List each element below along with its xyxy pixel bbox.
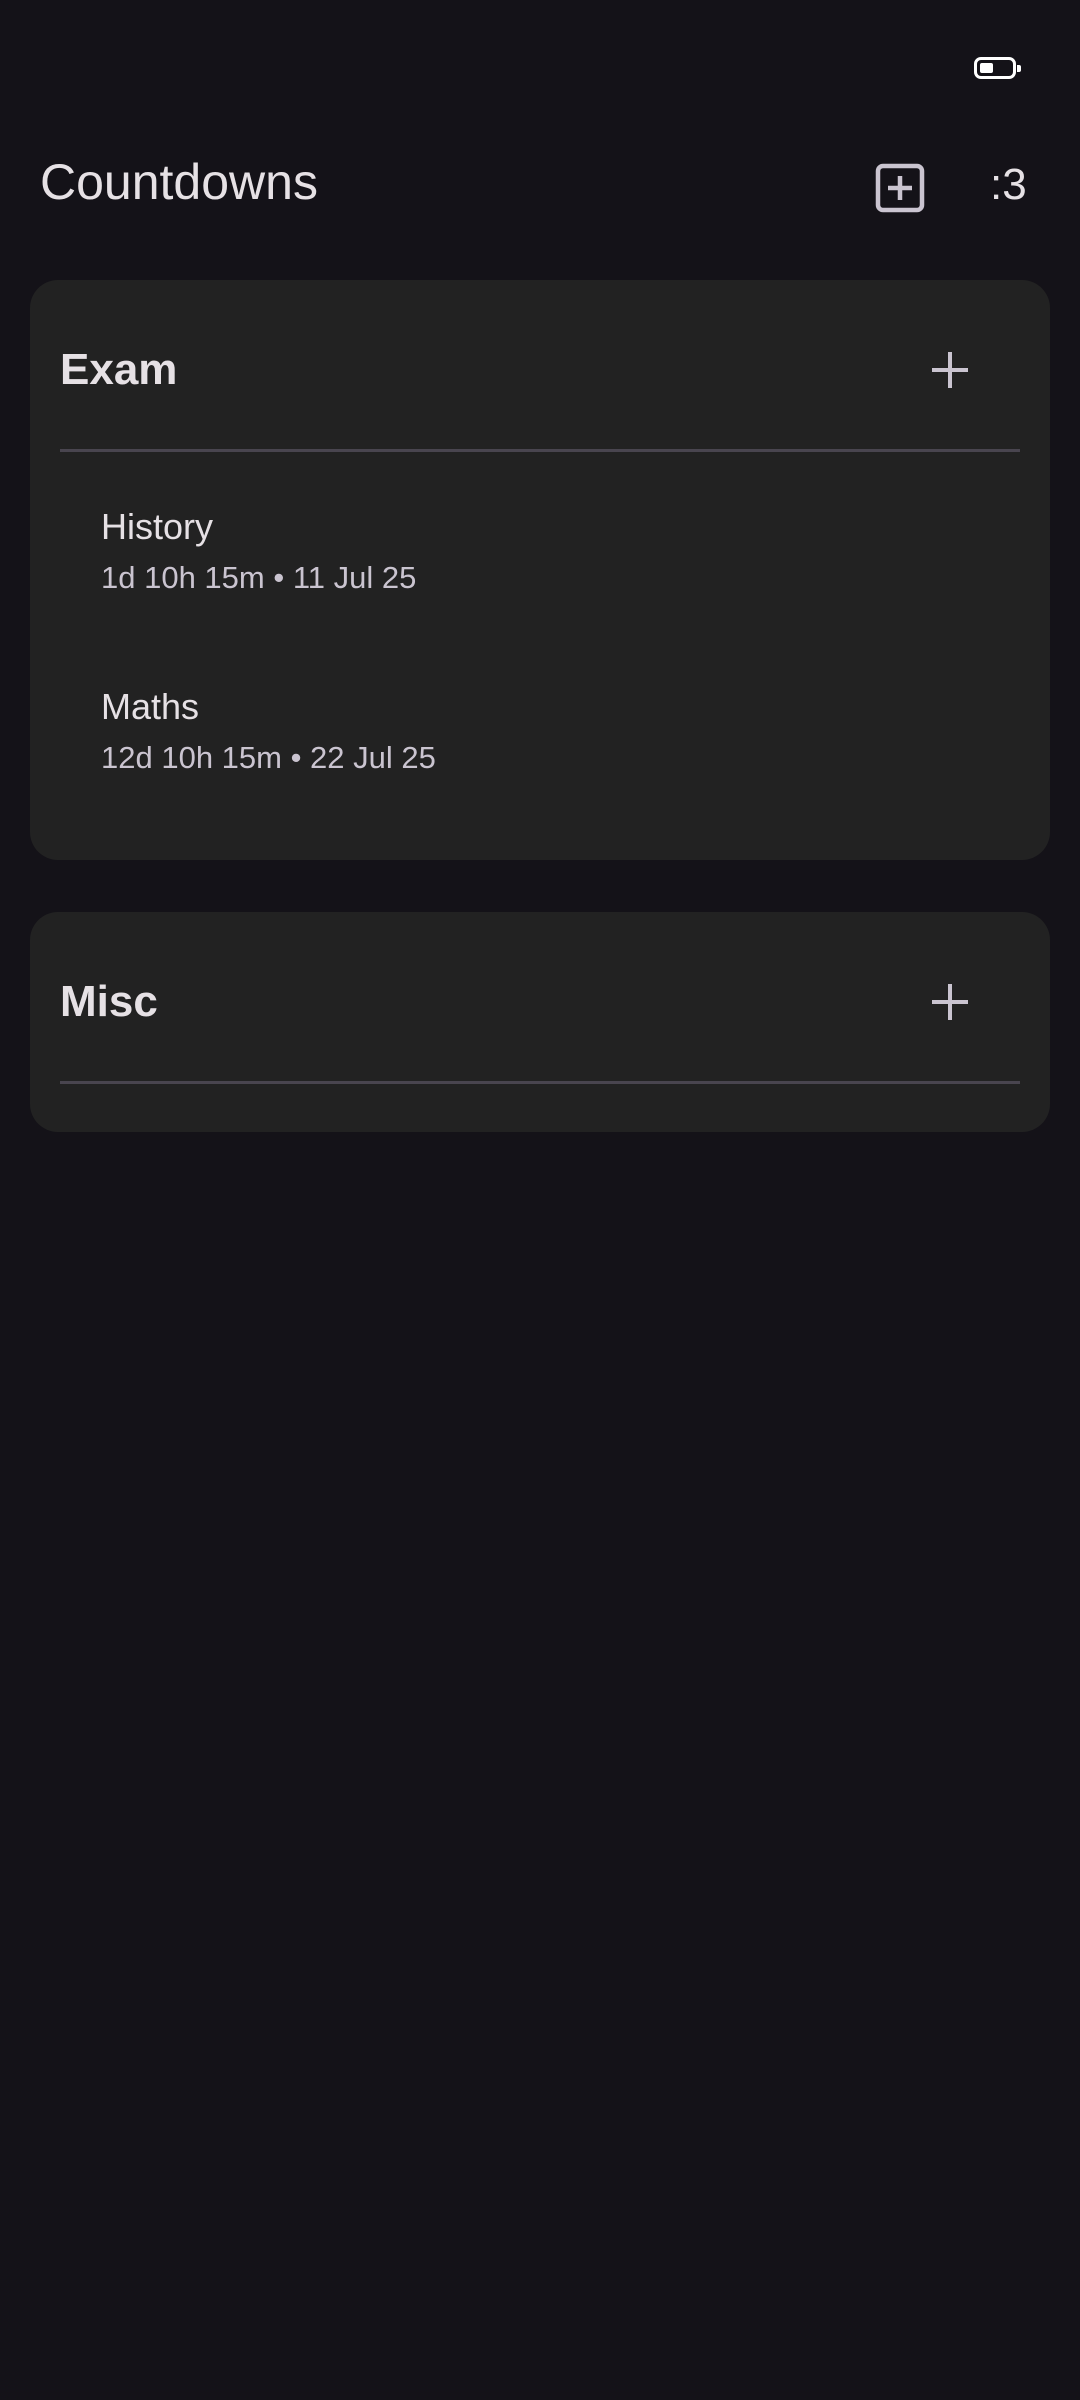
group-title: Exam [60, 345, 178, 394]
group-card-misc: Misc [30, 912, 1050, 1132]
app-bar: Countdowns :3 [0, 130, 1080, 240]
list-item[interactable]: History 1d 10h 15m • 11 Jul 25 [30, 502, 1050, 652]
divider [60, 449, 1020, 452]
group-title: Misc [60, 977, 158, 1026]
plus-icon [932, 984, 968, 1020]
menu-button[interactable]: :3 [990, 155, 1070, 215]
add-box-icon [875, 163, 925, 213]
page-title: Countdowns [40, 154, 318, 210]
countdown-title: Maths [101, 686, 200, 727]
list-item[interactable]: Maths 12d 10h 15m • 22 Jul 25 [30, 682, 1050, 832]
add-countdown-button[interactable] [910, 330, 990, 410]
group-card-exam: Exam History 1d 10h 15m • 11 Jul 25 Math… [30, 280, 1050, 860]
plus-icon [932, 352, 968, 388]
add-group-button[interactable] [860, 148, 940, 228]
battery-icon [974, 57, 1021, 79]
battery-level [980, 63, 993, 73]
countdown-title: History [101, 506, 214, 547]
add-countdown-button[interactable] [910, 962, 990, 1042]
divider [60, 1081, 1020, 1084]
group-header: Misc [30, 912, 1050, 1082]
countdown-subtitle: 12d 10h 15m • 22 Jul 25 [101, 740, 436, 775]
status-bar [0, 0, 1080, 120]
countdown-subtitle: 1d 10h 15m • 11 Jul 25 [101, 560, 417, 595]
group-header: Exam [30, 280, 1050, 450]
screen: Countdowns :3 Exam History 1d 10h 15m • … [0, 0, 1080, 2400]
